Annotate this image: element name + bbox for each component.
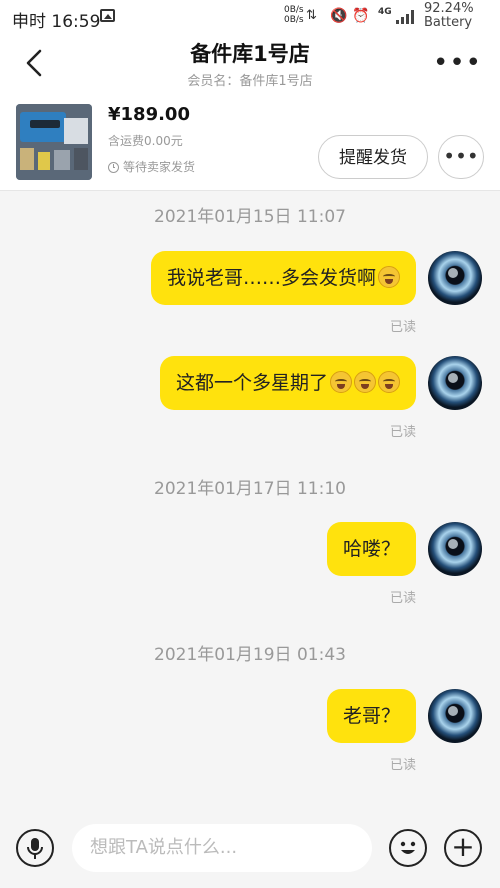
message-bubble[interactable]: 哈喽？: [326, 522, 416, 576]
read-receipt: 已读: [389, 320, 416, 335]
network-type: 4G: [378, 7, 392, 17]
shipping-fee: 含运费0.00元: [108, 134, 183, 148]
data-transfer-icon: ⇅: [306, 8, 317, 23]
remind-shipping-button[interactable]: 提醒发货: [318, 135, 428, 179]
avatar[interactable]: [428, 522, 482, 576]
avatar[interactable]: [428, 689, 482, 743]
order-status-text: 等待卖家发货: [123, 160, 196, 174]
crying-emoji-icon: [378, 266, 400, 288]
message-timestamp: 2021年01月15日 11:07: [154, 207, 346, 227]
product-price: ¥189.00: [108, 104, 190, 125]
read-receipt: 已读: [389, 591, 416, 606]
message-timestamp: 2021年01月17日 11:10: [154, 479, 346, 499]
crying-emoji-icon: [378, 371, 400, 393]
avatar[interactable]: [428, 251, 482, 305]
order-status: 等待卖家发货: [108, 158, 195, 175]
member-name: 会员名：备件库1号店: [187, 74, 313, 89]
more-horizontal-icon[interactable]: •••: [433, 48, 482, 78]
network-rate: 0B/s 0B/s: [284, 5, 304, 25]
image-notification-icon: [100, 9, 115, 22]
avatar[interactable]: [428, 356, 482, 410]
alarm-icon: ⏰: [352, 8, 370, 24]
smiley-icon[interactable]: [389, 829, 427, 867]
page-title: 备件库1号店: [190, 42, 310, 66]
order-product-card[interactable]: ¥189.00 含运费0.00元 等待卖家发货 提醒发货 •••: [0, 94, 500, 191]
read-receipt: 已读: [389, 758, 416, 773]
status-bar: 申时 16:59 0B/s 0B/s ⇅ 🔇 ⏰ 4G 92.24% Battery: [0, 0, 500, 34]
signal-icon: [396, 10, 414, 24]
battery-indicator: 92.24% Battery: [424, 1, 474, 30]
crying-emoji-icon: [354, 371, 376, 393]
crying-emoji-icon: [330, 371, 352, 393]
message-bubble[interactable]: 我说老哥……多会发货啊: [150, 251, 416, 305]
microphone-icon[interactable]: [16, 829, 54, 867]
product-thumbnail[interactable]: [16, 104, 92, 180]
read-receipt: 已读: [389, 425, 416, 440]
message-timestamp: 2021年01月19日 01:43: [154, 645, 346, 665]
chat-header: 备件库1号店 会员名：备件库1号店 •••: [0, 34, 500, 94]
message-input-bar: 想跟TA说点什么... +: [0, 818, 500, 888]
plus-icon[interactable]: +: [444, 829, 482, 867]
message-input[interactable]: 想跟TA说点什么...: [72, 824, 372, 872]
mute-icon: 🔇: [330, 8, 348, 24]
status-time: 申时 16:59: [12, 12, 101, 32]
message-bubble[interactable]: 这都一个多星期了: [159, 356, 416, 410]
message-bubble[interactable]: 老哥？: [326, 689, 416, 743]
clock-icon: [108, 162, 119, 173]
more-options-button[interactable]: •••: [438, 135, 484, 179]
